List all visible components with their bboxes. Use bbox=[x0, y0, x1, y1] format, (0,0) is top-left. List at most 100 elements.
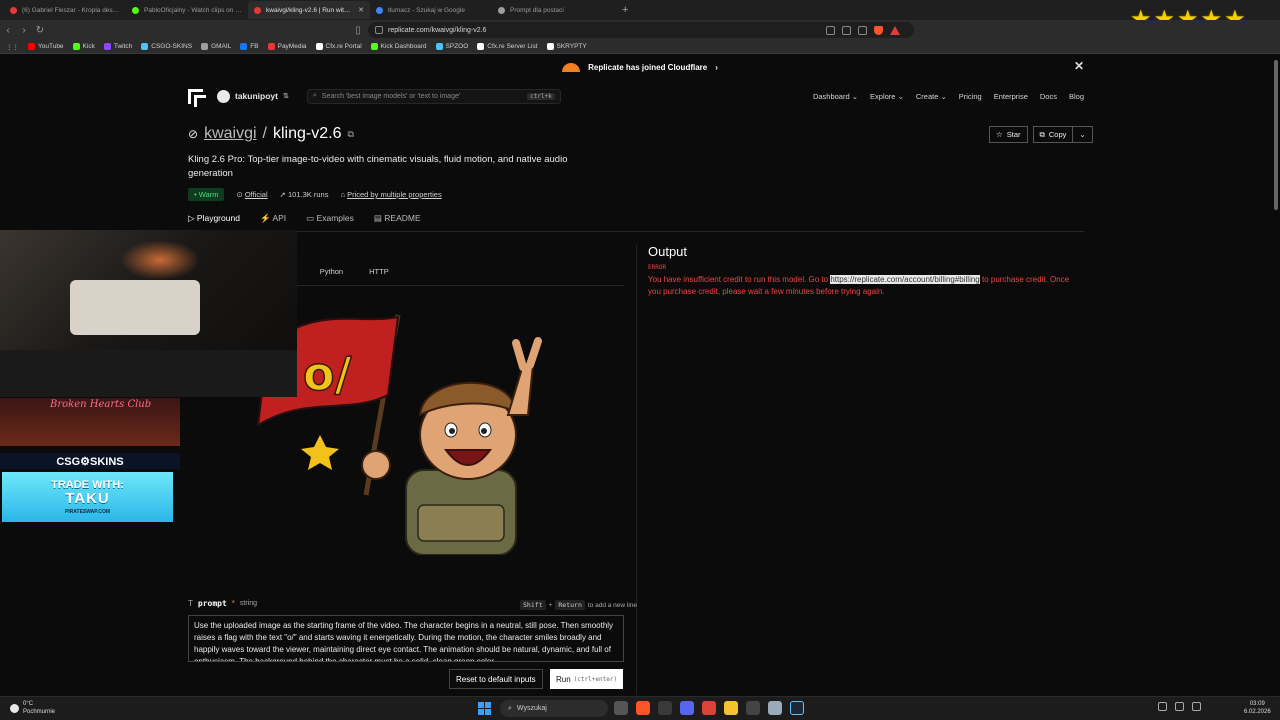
tab-label: Examples bbox=[316, 213, 354, 223]
bookmark-item[interactable]: Twitch bbox=[103, 43, 132, 50]
tag-icon: ⌂ bbox=[340, 190, 345, 199]
browser-tab[interactable]: tłumacz - Szukaj w Google bbox=[370, 1, 492, 19]
input-format-tabs: s Python HTTP bbox=[290, 267, 389, 276]
discord-icon[interactable] bbox=[680, 701, 694, 715]
nav-explore[interactable]: Explore ⌄ bbox=[870, 92, 904, 101]
subtab-python[interactable]: Python bbox=[320, 267, 343, 276]
subtab-http[interactable]: HTTP bbox=[369, 267, 389, 276]
volume-icon[interactable] bbox=[1175, 702, 1184, 711]
reload-icon[interactable]: ↻ bbox=[32, 25, 48, 36]
bookmark-item[interactable]: Kick Dashboard bbox=[370, 43, 427, 50]
bookmark-item[interactable]: Cfx.re Server List bbox=[477, 43, 538, 50]
replicate-logo-icon[interactable] bbox=[188, 88, 206, 107]
new-tab-icon[interactable]: + bbox=[614, 4, 628, 16]
site-navbar: takunipoyt ⇅ ⌕ Search 'best image models… bbox=[188, 85, 1084, 107]
nav-dashboard[interactable]: Dashboard ⌄ bbox=[813, 92, 858, 101]
prompt-textarea[interactable]: Use the uploaded image as the starting f… bbox=[188, 615, 624, 662]
cfx-icon bbox=[315, 43, 323, 50]
bookmark-item[interactable]: CSGO-SKINS bbox=[141, 43, 192, 50]
input-image-preview[interactable]: o/ bbox=[248, 305, 578, 555]
chevron-right-icon: › bbox=[715, 62, 718, 72]
tab-readme[interactable]: ▤ README bbox=[374, 213, 421, 224]
task-view-icon[interactable] bbox=[614, 701, 628, 715]
required-marker: * bbox=[231, 599, 235, 608]
model-owner-link[interactable]: kwaivgi bbox=[204, 125, 256, 143]
copy-icon[interactable]: ⧉ bbox=[347, 129, 353, 140]
star-button[interactable]: ☆ Star bbox=[989, 126, 1028, 143]
weather-widget[interactable]: 0°C Pochmurnie bbox=[10, 700, 55, 716]
bookmark-item[interactable]: PayMedia bbox=[267, 43, 307, 50]
copy-icon: ⧉ bbox=[1039, 129, 1045, 139]
bookmark-item[interactable]: GMAIL bbox=[201, 43, 231, 50]
bookmark-item[interactable]: YouTube bbox=[28, 43, 64, 50]
network-icon[interactable] bbox=[1158, 702, 1167, 711]
translate-icon[interactable] bbox=[826, 25, 835, 35]
trade-line-2: TAKU bbox=[65, 490, 110, 507]
cloud-icon bbox=[10, 703, 19, 713]
xbox-icon[interactable] bbox=[658, 701, 672, 715]
avatar bbox=[217, 89, 230, 103]
close-icon[interactable]: ✕ bbox=[1074, 59, 1084, 73]
pricing-link[interactable]: ⌂ Priced by multiple properties bbox=[340, 190, 441, 199]
browser-tab-active[interactable]: kwaivgi/kling-v2.6 | Run with an API ✕ bbox=[248, 1, 370, 19]
nav-pricing[interactable]: Pricing bbox=[959, 92, 982, 101]
close-tab-icon[interactable]: ✕ bbox=[358, 6, 364, 14]
battery-icon[interactable] bbox=[1192, 702, 1201, 711]
promo-overlay: Broken Hearts Club bbox=[0, 398, 180, 446]
browser-tab[interactable]: PabloOficjalny - Watch clips on Kick bbox=[126, 1, 248, 19]
brave-icon[interactable] bbox=[636, 701, 650, 715]
tab-playground[interactable]: ▷ Playground bbox=[188, 213, 240, 224]
copy-label: Copy bbox=[1048, 130, 1067, 139]
tab-examples[interactable]: ▭ Examples bbox=[306, 213, 354, 224]
clock-date: 6.02.2026 bbox=[1244, 709, 1271, 715]
forward-icon[interactable]: › bbox=[16, 25, 32, 36]
rocket-icon: ➚ bbox=[279, 190, 286, 199]
file-explorer-icon[interactable] bbox=[724, 701, 738, 715]
bookmark-item[interactable]: FB bbox=[240, 43, 259, 50]
chrome-icon[interactable] bbox=[702, 701, 716, 715]
apps-grid-icon[interactable]: ⋮⋮ bbox=[6, 43, 19, 51]
reader-icon[interactable] bbox=[842, 25, 851, 35]
start-button[interactable] bbox=[478, 702, 491, 715]
steam-icon[interactable] bbox=[790, 701, 804, 715]
tabs-divider bbox=[188, 231, 1084, 232]
taskbar-clock[interactable]: 03:09 6.02.2026 bbox=[1244, 700, 1271, 716]
site-info-icon[interactable] bbox=[375, 26, 383, 34]
copy-dropdown-button[interactable]: ⌄ bbox=[1073, 126, 1093, 143]
media-player-icon[interactable] bbox=[746, 701, 760, 715]
model-description: Kling 2.6 Pro: Top-tier image-to-video w… bbox=[188, 154, 568, 179]
notepad-icon[interactable] bbox=[768, 701, 782, 715]
bookmark-label: SPZOO bbox=[445, 43, 469, 50]
taskbar-search[interactable]: ⌕ Wyszukaj bbox=[500, 700, 608, 717]
bookmark-item[interactable]: SPZOO bbox=[435, 43, 469, 50]
billing-link[interactable]: https://replicate.com/account/billing#bi… bbox=[830, 275, 980, 284]
official-label: Official bbox=[244, 190, 268, 199]
nav-docs[interactable]: Docs bbox=[1040, 92, 1057, 101]
run-button[interactable]: Run (ctrl+enter) bbox=[550, 669, 624, 689]
bookmark-item[interactable]: Kick bbox=[72, 43, 95, 50]
back-icon[interactable]: ‹ bbox=[0, 25, 16, 36]
bookmark-label: PayMedia bbox=[277, 43, 307, 50]
cloudflare-banner[interactable]: Replicate has joined Cloudflare › ✕ bbox=[0, 55, 1280, 79]
copy-button[interactable]: ⧉ Copy bbox=[1032, 126, 1074, 143]
bookmark-item[interactable]: Cfx.re Portal bbox=[315, 43, 362, 50]
bookmark-icon[interactable]: ▯ bbox=[350, 25, 366, 36]
bookmark-item[interactable]: SKRYPTY bbox=[546, 43, 587, 50]
brave-shield-icon[interactable] bbox=[874, 25, 883, 35]
tab-api[interactable]: ⚡ API bbox=[260, 213, 286, 224]
club-title: Broken Hearts Club bbox=[50, 399, 152, 410]
page-scrollbar[interactable] bbox=[1274, 60, 1278, 210]
spzoo-icon bbox=[435, 43, 443, 50]
browser-tab[interactable]: (6) Gabriel Fleszar - Kropla deszczu ( bbox=[4, 1, 126, 19]
official-badge[interactable]: ⊙ Official bbox=[236, 190, 267, 199]
warning-icon[interactable] bbox=[890, 25, 900, 35]
reset-button[interactable]: Reset to default inputs bbox=[449, 669, 543, 689]
browser-tab[interactable]: Prompt dla postaci bbox=[492, 1, 614, 19]
nav-blog[interactable]: Blog bbox=[1069, 92, 1084, 101]
nav-create[interactable]: Create ⌄ bbox=[916, 92, 947, 101]
nav-enterprise[interactable]: Enterprise bbox=[994, 92, 1028, 101]
tab-title: Prompt dla postaci bbox=[510, 6, 564, 14]
account-switcher[interactable]: takunipoyt ⇅ bbox=[217, 89, 289, 103]
share-icon[interactable] bbox=[858, 25, 867, 35]
search-input[interactable]: ⌕ Search 'best image models' or 'text to… bbox=[306, 88, 561, 104]
